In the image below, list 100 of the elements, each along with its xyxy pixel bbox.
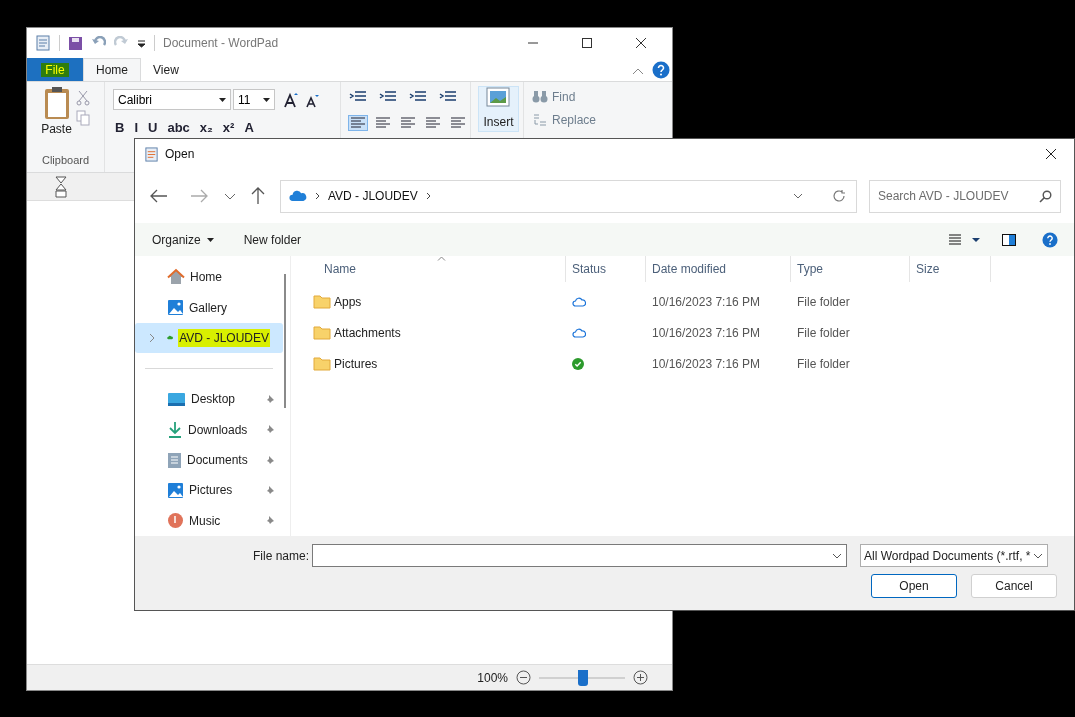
- folder-icon: [313, 325, 331, 340]
- file-name-field[interactable]: [312, 544, 848, 567]
- app-icon: [35, 35, 51, 51]
- ribbon-tab[interactable]: View: [141, 58, 191, 81]
- sidebar-label: Music: [189, 512, 221, 530]
- file-row[interactable]: Apps 10/16/2023 7:16 PM File folder: [291, 286, 1074, 317]
- sidebar-item[interactable]: AVD - JLOUDEV: [135, 322, 283, 354]
- gallery-icon: [167, 481, 184, 499]
- date-cell-text: 10/16/2023 7:16 PM: [651, 355, 762, 373]
- sidebar-label: Downloads: [188, 421, 248, 439]
- caret-icon: [206, 237, 214, 242]
- format-button[interactable]: A: [244, 118, 254, 138]
- picture-icon: [486, 87, 511, 107]
- type-cell-text: File folder: [796, 355, 851, 373]
- sidebar-item[interactable]: Gallery: [135, 292, 283, 323]
- column-header[interactable]: Status: [566, 256, 646, 282]
- sidebar-item[interactable]: Music: [135, 505, 283, 536]
- sidebar-item[interactable]: Documents: [135, 444, 283, 476]
- font-size-field[interactable]: 11: [233, 89, 275, 110]
- help-icon[interactable]: [652, 61, 670, 79]
- indent-icon[interactable]: [379, 90, 397, 104]
- sidebar-label: Desktop: [191, 391, 236, 409]
- align-icon[interactable]: [449, 116, 467, 130]
- format-button[interactable]: abc: [167, 118, 190, 138]
- column-header[interactable]: Size: [910, 256, 991, 282]
- search-field[interactable]: Search AVD - JLOUDEV: [869, 179, 1061, 213]
- align-icon[interactable]: [399, 116, 417, 130]
- format-button[interactable]: x₂: [199, 118, 213, 138]
- shrink-font-icon[interactable]: [305, 94, 319, 108]
- save-icon[interactable]: [68, 35, 83, 51]
- replace-button[interactable]: Replace: [552, 111, 597, 129]
- type-cell-text: File folder: [796, 293, 851, 311]
- music-icon: [167, 512, 184, 530]
- collapse-ribbon-icon[interactable]: [632, 67, 644, 75]
- file-row[interactable]: Pictures 10/16/2023 7:16 PM File folder: [291, 348, 1074, 379]
- file-name: Pictures: [334, 355, 378, 373]
- column-header[interactable]: Type: [791, 256, 910, 282]
- clipboard-icon: [42, 86, 71, 120]
- customize-icon[interactable]: [137, 38, 146, 48]
- font-family-field[interactable]: Calibri: [113, 89, 231, 110]
- align-icon[interactable]: [349, 116, 367, 130]
- app-icon: [144, 146, 159, 162]
- new-folder-button[interactable]: New folder: [243, 230, 302, 249]
- scrollbar[interactable]: [284, 274, 286, 408]
- file-type-dropdown[interactable]: All Wordpad Documents (*.rtf, *: [860, 544, 1049, 567]
- column-header[interactable]: Name: [291, 256, 566, 282]
- open-button[interactable]: Open: [871, 574, 957, 598]
- group-label: Clipboard: [41, 152, 90, 168]
- address-bar[interactable]: AVD - JLOUDEV: [280, 179, 857, 213]
- desktop-icon: [167, 391, 186, 407]
- zoom-level: 100%: [477, 669, 508, 687]
- search-icon: [1039, 189, 1052, 203]
- chevron-down-icon: [832, 551, 843, 560]
- file-row[interactable]: Attachments 10/16/2023 7:16 PM File folder: [291, 317, 1074, 348]
- align-icon[interactable]: [374, 116, 392, 130]
- type-cell-text: File folder: [796, 324, 851, 342]
- sidebar-item[interactable]: Desktop: [135, 384, 283, 415]
- folder-icon: [313, 294, 331, 309]
- gallery-icon: [167, 299, 184, 317]
- list-icon[interactable]: [409, 90, 427, 104]
- sidebar-item[interactable]: Pictures: [135, 475, 283, 506]
- zoom-in-icon[interactable]: [633, 670, 648, 685]
- insert-picture-button[interactable]: Insert: [478, 86, 519, 132]
- cut-icon[interactable]: [75, 90, 90, 106]
- format-button[interactable]: x²: [222, 118, 235, 138]
- spacing-icon[interactable]: [439, 90, 457, 104]
- outdent-icon[interactable]: [349, 90, 367, 104]
- sidebar-item[interactable]: Downloads: [135, 414, 283, 445]
- grow-font-icon[interactable]: [283, 92, 299, 108]
- find-button[interactable]: Find: [552, 88, 576, 106]
- zoom-slider[interactable]: [539, 669, 625, 686]
- ribbon-tab[interactable]: Home: [83, 58, 141, 81]
- sidebar-item[interactable]: Home: [135, 262, 283, 293]
- file-name: Apps: [334, 293, 362, 311]
- format-button[interactable]: I: [134, 118, 138, 138]
- sidebar-label: Pictures: [189, 482, 233, 500]
- format-button[interactable]: U: [148, 118, 158, 138]
- column-header[interactable]: Date modified: [646, 256, 791, 282]
- format-button[interactable]: B: [115, 118, 125, 138]
- refresh-icon[interactable]: [832, 189, 846, 203]
- expand-icon[interactable]: [149, 332, 155, 343]
- help-icon[interactable]: [1042, 231, 1058, 248]
- breadcrumb[interactable]: AVD - JLOUDEV: [328, 187, 418, 205]
- download-icon: [167, 421, 183, 439]
- sidebar-label: Gallery: [189, 299, 227, 317]
- align-icon[interactable]: [424, 116, 442, 130]
- chevron-right-icon: [425, 192, 431, 200]
- paste-button[interactable]: Paste: [41, 86, 72, 138]
- sidebar-label: Documents: [187, 452, 248, 469]
- cloud-icon: [289, 190, 307, 202]
- file-tab[interactable]: File: [27, 58, 83, 81]
- date-cell-text: 10/16/2023 7:16 PM: [651, 324, 762, 342]
- preview-pane-icon[interactable]: [1002, 233, 1016, 246]
- replace-icon: [532, 113, 548, 127]
- zoom-out-icon[interactable]: [516, 670, 531, 685]
- organize-button[interactable]: Organize: [152, 230, 214, 249]
- file-name: Attachments: [334, 324, 401, 342]
- indent-marker-icon[interactable]: [55, 175, 67, 198]
- cancel-button[interactable]: Cancel: [971, 574, 1057, 598]
- home-icon: [167, 268, 185, 287]
